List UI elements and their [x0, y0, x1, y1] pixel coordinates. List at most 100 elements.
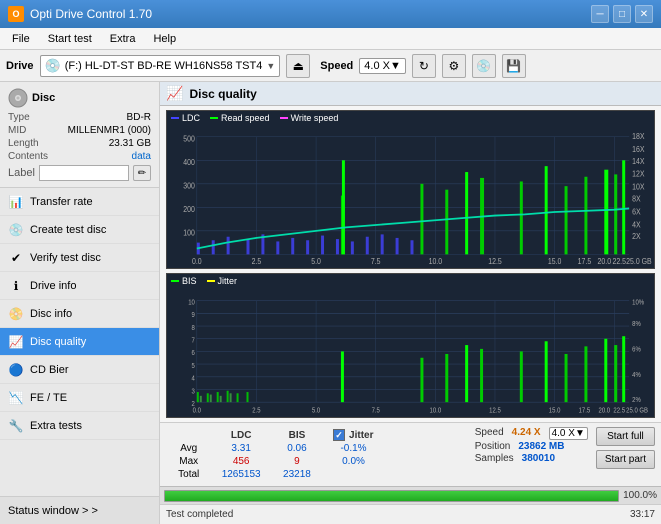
svg-text:15.0: 15.0	[549, 407, 561, 415]
progress-bar-inner	[165, 491, 618, 501]
avg-ldc: 3.31	[211, 443, 270, 454]
cd-bier-icon: 🔵	[8, 362, 24, 378]
svg-text:22.5: 22.5	[613, 407, 625, 415]
verify-test-disc-label: Verify test disc	[30, 252, 101, 264]
svg-text:15.0: 15.0	[548, 256, 562, 266]
mid-label: MID	[8, 125, 26, 136]
jitter-legend-label: Jitter	[218, 276, 238, 286]
main-layout: Disc Type BD-R MID MILLENMR1 (000) Lengt…	[0, 82, 661, 524]
disc-length-row: Length 23.31 GB	[8, 138, 151, 149]
menu-file[interactable]: File	[4, 31, 38, 47]
svg-text:20.0: 20.0	[598, 256, 612, 266]
extra-tests-label: Extra tests	[30, 420, 82, 432]
nav-items: 📊 Transfer rate 💿 Create test disc ✔ Ver…	[0, 188, 159, 496]
speed-label: Speed	[320, 60, 353, 72]
menu-start-test[interactable]: Start test	[40, 31, 100, 47]
svg-text:4X: 4X	[632, 220, 641, 230]
sidebar-item-create-test-disc[interactable]: 💿 Create test disc	[0, 216, 159, 244]
disc-quality-label: Disc quality	[30, 336, 86, 348]
contents-value: data	[132, 151, 151, 162]
svg-text:10.0: 10.0	[430, 407, 442, 415]
speed-row: Speed 4.24 X 4.0 X ▼	[475, 427, 588, 440]
contents-label: Contents	[8, 151, 48, 162]
close-button[interactable]: ✕	[635, 5, 653, 23]
fe-te-label: FE / TE	[30, 392, 67, 404]
svg-text:6X: 6X	[632, 207, 641, 217]
settings-button[interactable]: ⚙	[442, 54, 466, 78]
status-window-button[interactable]: Status window > >	[0, 496, 159, 524]
jitter-legend-dot	[207, 280, 215, 282]
speed-stat-selector[interactable]: 4.0 X ▼	[549, 427, 588, 440]
sidebar-item-disc-info[interactable]: 📀 Disc info	[0, 300, 159, 328]
jitter-legend-item: Jitter	[207, 276, 238, 286]
disc-label-row: Label ✏	[8, 165, 151, 181]
disc-section-header: Disc	[8, 88, 151, 108]
svg-text:2X: 2X	[632, 232, 641, 242]
svg-text:500: 500	[183, 134, 195, 144]
max-bis: 9	[273, 456, 321, 467]
disc-info-label: Disc info	[30, 308, 72, 320]
speed-selector[interactable]: 4.0 X ▼	[359, 58, 406, 74]
extra-tests-icon: 🔧	[8, 418, 24, 434]
ldc-chart-legend: LDC Read speed Write speed	[167, 111, 654, 125]
disc-info-section: Disc Type BD-R MID MILLENMR1 (000) Lengt…	[0, 82, 159, 188]
save-button[interactable]: 💾	[502, 54, 526, 78]
svg-text:0.0: 0.0	[193, 407, 201, 415]
minimize-button[interactable]: ─	[591, 5, 609, 23]
sidebar-item-cd-bier[interactable]: 🔵 CD Bier	[0, 356, 159, 384]
write-speed-legend-item: Write speed	[280, 113, 339, 123]
ldc-legend-label: LDC	[182, 113, 200, 123]
disc-info-icon: 📀	[8, 306, 24, 322]
svg-text:5.0: 5.0	[311, 256, 321, 266]
position-value: 23862 MB	[518, 441, 564, 452]
svg-text:22.5: 22.5	[612, 256, 626, 266]
titlebar: O Opti Drive Control 1.70 ─ □ ✕	[0, 0, 661, 28]
refresh-button[interactable]: ↻	[412, 54, 436, 78]
max-ldc: 456	[211, 456, 270, 467]
stats-header-empty	[168, 429, 209, 441]
svg-text:4: 4	[192, 375, 195, 383]
svg-text:7.5: 7.5	[372, 407, 380, 415]
total-bis: 23218	[273, 469, 321, 480]
svg-text:4%: 4%	[632, 371, 641, 379]
start-part-button[interactable]: Start part	[596, 450, 655, 469]
length-value: 23.31 GB	[109, 138, 151, 149]
total-jitter	[323, 469, 384, 480]
disc-label-edit-button[interactable]: ✏	[133, 165, 151, 181]
disc-header-label: Disc	[32, 92, 55, 104]
start-full-button[interactable]: Start full	[596, 427, 655, 446]
max-label: Max	[168, 456, 209, 467]
svg-text:5: 5	[192, 362, 195, 370]
svg-text:10.0: 10.0	[429, 256, 443, 266]
sidebar-item-extra-tests[interactable]: 🔧 Extra tests	[0, 412, 159, 440]
svg-text:18X: 18X	[632, 132, 644, 142]
svg-text:7: 7	[192, 337, 195, 345]
disc-label-input[interactable]	[39, 165, 129, 181]
maximize-button[interactable]: □	[613, 5, 631, 23]
read-speed-legend-label: Read speed	[221, 113, 270, 123]
sidebar: Disc Type BD-R MID MILLENMR1 (000) Lengt…	[0, 82, 160, 524]
progress-container: 100.0%	[160, 486, 661, 504]
jitter-checkbox[interactable]: ✓	[333, 429, 345, 441]
sidebar-item-drive-info[interactable]: ℹ Drive info	[0, 272, 159, 300]
svg-text:16X: 16X	[632, 144, 644, 154]
svg-text:10%: 10%	[632, 299, 644, 307]
sidebar-item-disc-quality[interactable]: 📈 Disc quality	[0, 328, 159, 356]
bis-chart-legend: BIS Jitter	[167, 274, 654, 288]
speed-stat-arrow: ▼	[575, 428, 585, 439]
total-label: Total	[168, 469, 209, 480]
speed-value: 4.0 X	[364, 60, 390, 72]
sidebar-item-verify-test-disc[interactable]: ✔ Verify test disc	[0, 244, 159, 272]
cd-bier-label: CD Bier	[30, 364, 69, 376]
menu-help[interactable]: Help	[145, 31, 184, 47]
samples-row: Samples 380010	[475, 453, 588, 464]
position-row: Position 23862 MB	[475, 441, 588, 452]
disc-button[interactable]: 💿	[472, 54, 496, 78]
eject-button[interactable]: ⏏	[286, 54, 310, 78]
sidebar-item-fe-te[interactable]: 📉 FE / TE	[0, 384, 159, 412]
drive-selector[interactable]: 💿 (F:) HL-DT-ST BD-RE WH16NS58 TST4 ▼	[40, 55, 281, 77]
sidebar-item-transfer-rate[interactable]: 📊 Transfer rate	[0, 188, 159, 216]
svg-text:8%: 8%	[632, 321, 641, 329]
avg-jitter: -0.1%	[323, 443, 384, 454]
menu-extra[interactable]: Extra	[102, 31, 144, 47]
